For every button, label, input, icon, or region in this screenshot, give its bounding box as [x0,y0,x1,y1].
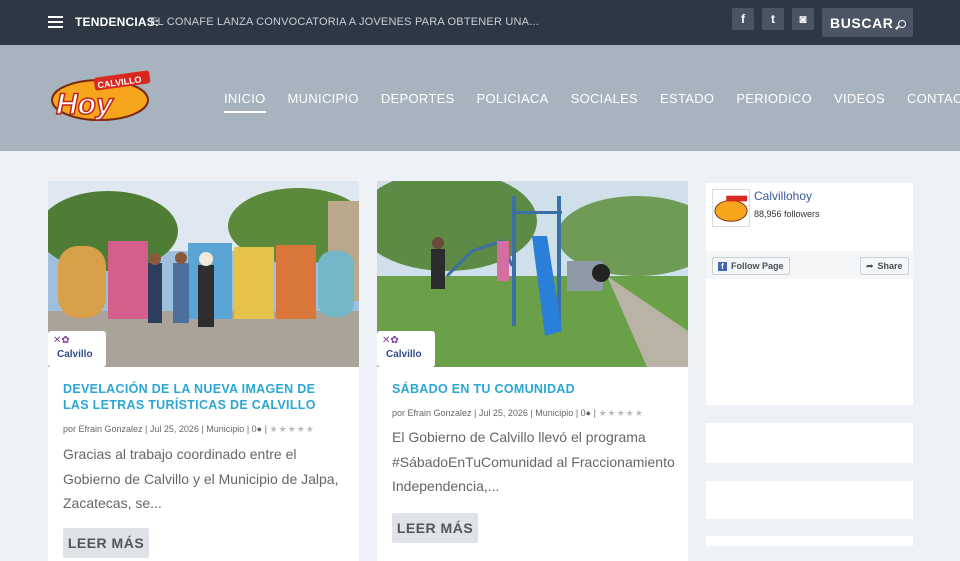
post-rating: ★★★★★ [598,408,644,418]
search-icon [898,20,906,28]
comment-icon: ● [256,424,263,434]
facebook-page-widget: Calvillohoy 88,956 followers f Follow Pa… [706,183,913,405]
badge-text: Calvillo [57,349,93,360]
facebook-glyph: f [741,12,745,26]
search-label: BUSCAR [830,15,894,31]
post-card: Calvillo ✕✿ DEVELACIÓN DE LA NUEVA IMAGE… [48,181,359,561]
badge-star-icon: ✕✿ [382,335,399,346]
site-header: CALVILLO Hoy INICIO MUNICIPIO DEPORTES P… [0,45,960,151]
post-thumbnail[interactable]: Calvillo ✕✿ [48,181,359,367]
logo-main-text: Hoy [56,88,114,121]
share-label: Share [877,261,903,271]
post-date: Jul 25, 2026 [149,424,199,434]
trending-label: TENDENCIAS: [75,15,160,29]
nav-periodico[interactable]: PERIODICO [736,91,812,106]
post-title[interactable]: DEVELACIÓN DE LA NUEVA IMAGEN DE LAS LET… [63,381,343,413]
post-author[interactable]: por Efrain Gonzalez [392,408,472,418]
post-card: Calvillo ✕✿ SÁBADO EN TU COMUNIDAD por E… [377,181,688,561]
sidebar-widget [706,423,913,463]
main-nav: INICIO MUNICIPIO DEPORTES POLICIACA SOCI… [224,91,960,113]
post-category[interactable]: Municipio [206,424,244,434]
trending-headline-link[interactable]: EL CONAFE LANZA CONVOCATORIA A JOVENES P… [150,16,539,28]
follow-page-label: Follow Page [731,261,784,271]
read-more-button[interactable]: LEER MÁS [63,528,149,558]
nav-deportes[interactable]: DEPORTES [381,91,455,106]
site-logo[interactable]: CALVILLO Hoy [50,70,154,122]
nav-contacto[interactable]: CONTACTO [907,91,960,106]
nav-videos[interactable]: VIDEOS [834,91,885,106]
post-rating: ★★★★★ [269,424,315,434]
nav-policiaca[interactable]: POLICIACA [477,91,549,106]
follow-page-button[interactable]: f Follow Page [712,257,790,275]
nav-estado[interactable]: ESTADO [660,91,714,106]
nav-municipio[interactable]: MUNICIPIO [288,91,359,106]
post-author[interactable]: por Efrain Gonzalez [63,424,143,434]
facebook-actions: f Follow Page ➦ Share [706,251,913,279]
share-button[interactable]: ➦ Share [860,257,909,275]
share-icon: ➦ [866,260,874,271]
post-badge-logo: Calvillo ✕✿ [48,331,106,367]
twitter-icon[interactable]: t [762,8,784,30]
facebook-page-name[interactable]: Calvillohoy [754,189,812,203]
facebook-followers: 88,956 followers [754,209,820,219]
nav-sociales[interactable]: SOCIALES [571,91,638,106]
facebook-icon[interactable]: f [732,8,754,30]
instagram-glyph: ◙ [799,12,807,26]
search-button[interactable]: BUSCAR [822,8,913,37]
post-meta: por Efrain Gonzalez | Jul 25, 2026 | Mun… [63,424,315,434]
top-bar: TENDENCIAS: EL CONAFE LANZA CONVOCATORIA… [0,0,960,45]
post-meta: por Efrain Gonzalez | Jul 25, 2026 | Mun… [392,408,644,418]
badge-star-icon: ✕✿ [53,335,70,346]
post-category[interactable]: Municipio [535,408,573,418]
read-more-button[interactable]: LEER MÁS [392,513,478,543]
facebook-page-avatar[interactable] [712,189,750,227]
post-excerpt: El Gobierno de Calvillo llevó el program… [392,429,675,494]
sidebar-widget [706,481,913,519]
menu-icon[interactable] [48,16,63,28]
badge-text: Calvillo [386,349,422,360]
post-thumbnail[interactable]: Calvillo ✕✿ [377,181,688,367]
sidebar-widget [706,536,913,546]
post-excerpt: Gracias al trabajo coordinado entre el G… [63,446,339,511]
facebook-icon: f [718,261,727,271]
post-date: Jul 25, 2026 [478,408,528,418]
instagram-icon[interactable]: ◙ [792,8,814,30]
comment-icon: ● [585,408,592,418]
post-title[interactable]: SÁBADO EN TU COMUNIDAD [392,381,672,397]
twitter-glyph: t [771,12,775,26]
post-badge-logo: Calvillo ✕✿ [377,331,435,367]
nav-inicio[interactable]: INICIO [224,91,266,113]
